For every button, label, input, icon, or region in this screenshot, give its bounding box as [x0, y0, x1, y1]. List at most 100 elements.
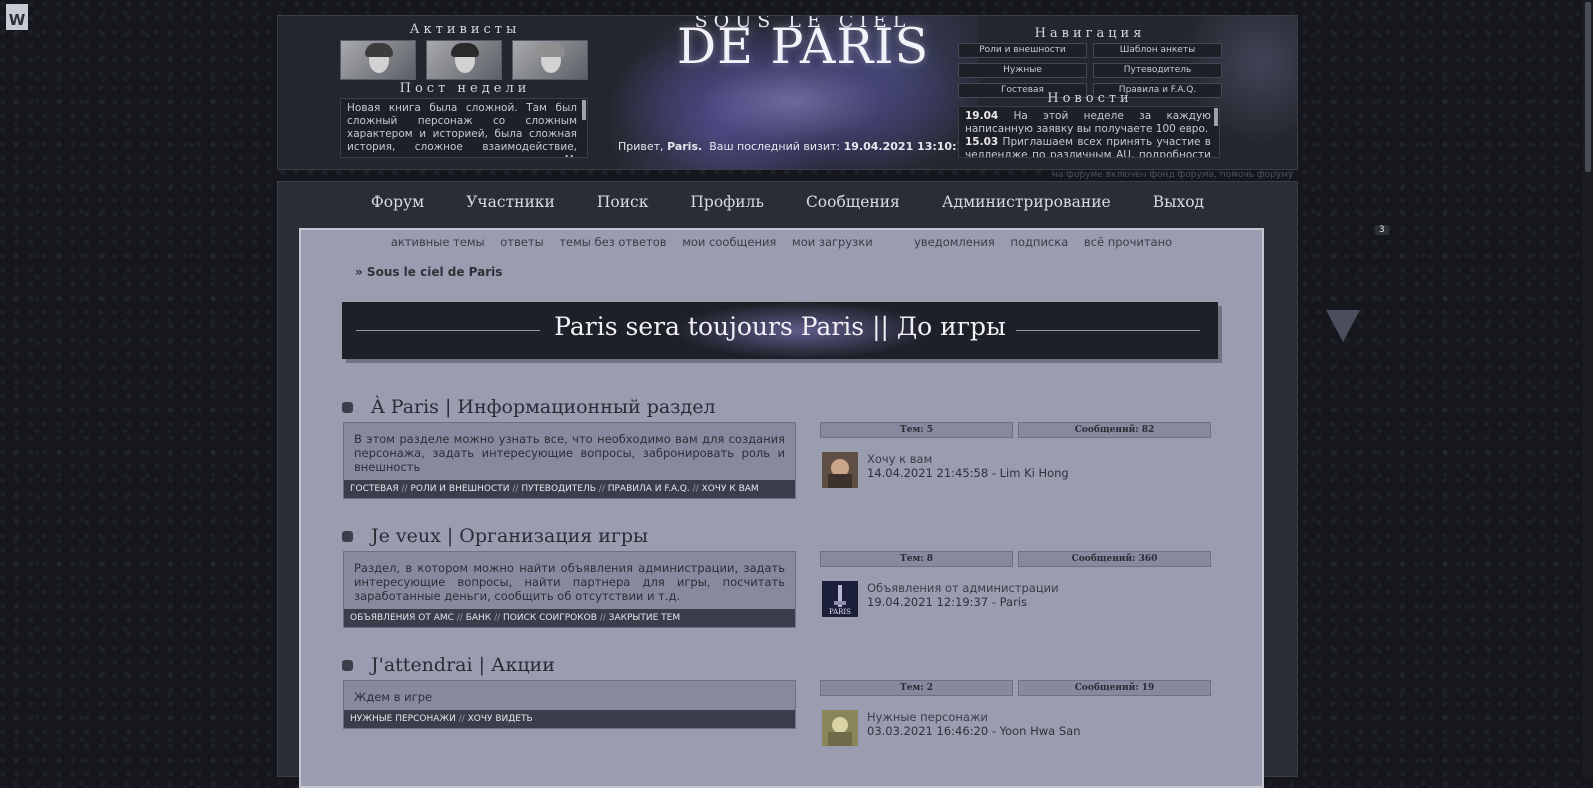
forum-description-box: Ждем в игре Нужные персонажи // Хочу вид…	[343, 680, 796, 729]
link-subscriptions[interactable]: подписка	[1010, 235, 1068, 249]
subforum-link[interactable]: Банк	[466, 613, 492, 623]
link-my-posts[interactable]: мои сообщения	[682, 235, 776, 249]
news-date: 19.04	[965, 110, 999, 122]
subforum-link[interactable]: Гостевая	[350, 484, 399, 494]
news-title: Новости	[1047, 91, 1133, 106]
last-post: PARIS Объявления от администрации 19.04.…	[822, 581, 1059, 617]
posts-count: Сообщений: 19	[1018, 680, 1211, 696]
forum-name[interactable]: J'attendrai | Акции	[371, 654, 555, 676]
subforum-link[interactable]: Путеводитель	[521, 484, 596, 494]
menu-messages[interactable]: Сообщения	[785, 182, 921, 228]
post-week-box[interactable]: Новая книга была сложной. Там был сложны…	[340, 98, 588, 158]
subforum-list: Гостевая // Роли и внешности // Путеводи…	[344, 480, 795, 498]
forum-name[interactable]: À Paris | Информационный раздел	[371, 396, 716, 418]
last-post: Хочу к вам 14.04.2021 21:45:58 - Lim Ki …	[822, 452, 1069, 488]
last-post-avatar[interactable]	[822, 452, 858, 488]
menu-members[interactable]: Участники	[445, 182, 576, 228]
link-my-uploads[interactable]: мои загрузки	[792, 235, 873, 249]
forum-description-box: В этом разделе можно узнать все, что нео…	[343, 422, 796, 499]
link-notifications[interactable]: 3 уведомления	[888, 225, 1389, 249]
link-unanswered[interactable]: темы без ответов	[559, 235, 666, 249]
activist-avatar[interactable]	[340, 40, 416, 80]
post-week-title: Пост недели	[399, 81, 531, 96]
news-text: На этой неделе за каждую написанную заяв…	[965, 110, 1211, 135]
news-date: 15.03	[965, 136, 999, 148]
category-title: Paris sera toujours Paris || До игры	[554, 312, 1006, 341]
menu-search[interactable]: Поиск	[576, 182, 670, 228]
site-title[interactable]: DE PARIS	[618, 18, 988, 75]
last-post-topic[interactable]: Хочу к вам	[867, 452, 1069, 466]
navigation-title: Навигация	[1034, 26, 1146, 41]
forum-name[interactable]: Je veux | Организация игры	[371, 525, 648, 547]
menu-logout[interactable]: Выход	[1132, 182, 1225, 228]
news-scrollbar[interactable]	[1214, 108, 1218, 126]
link-active-topics[interactable]: активные темы	[391, 235, 485, 249]
news-item: 15.03 Приглашаем всех принять участие в …	[965, 136, 1211, 158]
news-item: 19.04 На этой неделе за каждую написанну…	[965, 110, 1211, 136]
subforum-link[interactable]: Объявления от АМС	[350, 613, 454, 623]
menu-forum[interactable]: Форум	[350, 182, 445, 228]
last-post-meta: 14.04.2021 21:45:58 - Lim Ki Hong	[867, 466, 1069, 480]
last-post-avatar[interactable]	[822, 710, 858, 746]
subforum-list: Объявления от АМС // Банк // Поиск соигр…	[344, 609, 795, 627]
navigation-block: Навигация Роли и внешности Шаблон анкеты…	[958, 26, 1222, 98]
svg-text:PARIS: PARIS	[829, 608, 851, 616]
notifications-label: уведомления	[914, 235, 995, 249]
scroll-down-icon[interactable]	[1326, 310, 1360, 342]
post-week-text: Новая книга была сложной. Там был сложны…	[347, 102, 577, 157]
nav-link[interactable]: Путеводитель	[1093, 63, 1222, 78]
scrollbar-thumb[interactable]	[1585, 2, 1591, 172]
subforum-link[interactable]: Хочу к вам	[702, 484, 759, 494]
last-post-avatar[interactable]: PARIS	[822, 581, 858, 617]
subforum-link[interactable]: Закрытие тем	[609, 613, 680, 623]
subforum-link[interactable]: Поиск соигроков	[503, 613, 597, 623]
last-post-topic[interactable]: Нужные персонажи	[867, 710, 1081, 724]
menu-admin[interactable]: Администрирование	[921, 182, 1132, 228]
main-menu: Форум Участники Поиск Профиль Сообщения …	[278, 182, 1297, 228]
post-week-scrollbar[interactable]	[582, 100, 586, 120]
forum-status-icon	[342, 530, 353, 542]
nav-link[interactable]: Роли и внешности	[958, 43, 1087, 58]
subforum-link[interactable]: Роли и внешности	[410, 484, 509, 494]
topics-count: Тем: 8	[820, 551, 1013, 567]
forum-description: Ждем в игре	[354, 690, 433, 704]
last-post-meta: 03.03.2021 16:46:20 - Yoon Hwa San	[867, 724, 1081, 738]
last-visit-value: 19.04.2021 13:10:14.	[843, 140, 976, 153]
activists-block: Активисты	[340, 22, 590, 80]
nav-link[interactable]: Шаблон анкеты	[1093, 43, 1222, 58]
subforum-link[interactable]: Хочу видеть	[468, 714, 533, 724]
bookmark-icon[interactable]: W	[6, 4, 28, 30]
news-text: Приглашаем всех принять участие в челлен…	[965, 136, 1211, 158]
link-mark-all-read[interactable]: всё прочитано	[1084, 235, 1172, 249]
activists-title: Активисты	[409, 22, 521, 37]
nav-link[interactable]: Нужные	[958, 63, 1087, 78]
greeting-prefix: Привет,	[618, 140, 664, 153]
activist-avatar[interactable]	[512, 40, 588, 80]
category-banner: Paris sera toujours Paris || До игры	[342, 302, 1218, 359]
main-panel: Форум Участники Поиск Профиль Сообщения …	[277, 181, 1389, 788]
breadcrumb[interactable]: » Sous le ciel de Paris	[355, 265, 502, 279]
notifications-badge: 3	[1374, 225, 1389, 235]
topics-count: Тем: 5	[820, 422, 1013, 438]
page-scrollbar[interactable]	[1583, 0, 1593, 777]
greeting-user[interactable]: Paris.	[667, 140, 702, 153]
forum-description: В этом разделе можно узнать все, что нео…	[354, 432, 785, 474]
last-post-meta: 19.04.2021 12:19:37 - Paris	[867, 595, 1027, 609]
forum-description: Раздел, в котором можно найти объявления…	[354, 561, 785, 603]
forum-fund-note[interactable]: на форуме включен фонд форума, помочь фо…	[1052, 170, 1293, 180]
menu-profile[interactable]: Профиль	[669, 182, 785, 228]
subforum-link[interactable]: Правила и F.A.Q.	[608, 484, 690, 494]
posts-count: Сообщений: 360	[1018, 551, 1211, 567]
posts-count: Сообщений: 82	[1018, 422, 1211, 438]
quick-links: активные темы ответы темы без ответов мо…	[301, 225, 1389, 250]
last-visit-label: Ваш последний визит:	[709, 140, 841, 153]
forum-status-icon	[342, 659, 353, 671]
site-header: SOUS LE CIEL DE PARIS Активисты Пост нед…	[277, 15, 1298, 170]
topics-count: Тем: 2	[820, 680, 1013, 696]
last-post-topic[interactable]: Объявления от администрации	[867, 581, 1059, 595]
activist-avatar[interactable]	[426, 40, 502, 80]
link-replies[interactable]: ответы	[500, 235, 543, 249]
news-box[interactable]: 19.04 На этой неделе за каждую написанну…	[958, 106, 1220, 158]
subforum-link[interactable]: Нужные персонажи	[350, 714, 456, 724]
subforum-list: Нужные персонажи // Хочу видеть	[344, 710, 795, 728]
